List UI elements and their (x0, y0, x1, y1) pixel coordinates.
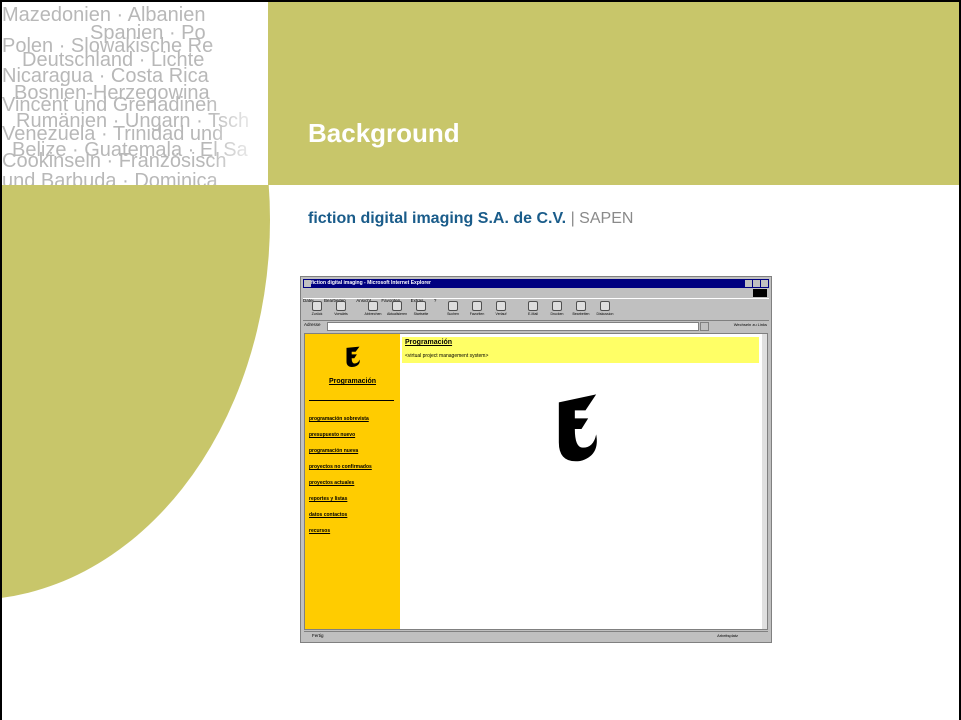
divider (309, 400, 394, 401)
nav-link-presupuesto-nuevo[interactable]: presupuesto nuevo (309, 432, 372, 448)
browser-viewport: Programación programación sobrevista pre… (304, 333, 768, 630)
back-button[interactable]: Zurück (307, 301, 327, 318)
minimize-icon[interactable] (745, 280, 752, 287)
address-bar: Adresse Wechseln zu Links (303, 321, 769, 331)
stop-button[interactable]: Abbrechen (363, 301, 383, 318)
mail-label: E-Mail (528, 312, 538, 316)
discussion-button[interactable]: Diskussion (595, 301, 615, 318)
stop-label: Abbrechen (364, 312, 382, 316)
search-button[interactable]: Suchen (443, 301, 463, 318)
content-header: Programación <virtual project management… (402, 337, 759, 363)
history-label: Verlauf (495, 312, 507, 316)
back-label: Zurück (311, 312, 323, 316)
refresh-button[interactable]: Aktualisieren (387, 301, 407, 318)
frame-border-left (0, 0, 2, 720)
nav-link-programacion-nueva[interactable]: programación nueva (309, 448, 372, 464)
favorites-icon (472, 301, 482, 311)
mail-icon (528, 301, 538, 311)
address-dropdown-icon[interactable] (700, 322, 709, 331)
maximize-icon[interactable] (753, 280, 760, 287)
history-button[interactable]: Verlauf (491, 301, 511, 318)
status-text: Fertig (312, 633, 324, 638)
content-heading: Programación (405, 339, 453, 346)
home-icon (416, 301, 426, 311)
fiction-logo-icon (346, 346, 360, 367)
nav-link-proyectos-no-confirmados[interactable]: proyectos no confirmados (309, 464, 372, 480)
country-line: Bosnien-Herzegowina (14, 82, 210, 104)
home-label: Startseite (413, 312, 429, 316)
vertical-scrollbar[interactable] (762, 334, 767, 629)
browser-titlebar: fiction digital imaging - Microsoft Inte… (303, 279, 769, 288)
slide-title: Background (308, 118, 460, 148)
refresh-label: Aktualisieren (387, 312, 408, 316)
favorites-button[interactable]: Favoriten (467, 301, 487, 318)
country-names-graphic: Mazedonien · Albanien Polen · Slowakisch… (0, 2, 268, 185)
print-label: Drucken (550, 312, 564, 316)
print-button[interactable]: Drucken (547, 301, 567, 318)
content-frame: Programación <virtual project management… (400, 334, 767, 629)
browser-window-title: fiction digital imaging - Microsoft Inte… (311, 280, 432, 286)
browser-menubar: Datei Bearbeiten Ansicht Favoriten Extra… (303, 289, 769, 303)
windows-logo-icon (753, 289, 767, 297)
back-icon (312, 301, 322, 311)
search-icon (448, 301, 458, 311)
ie-icon (304, 280, 311, 287)
frame-border-top (0, 0, 961, 2)
refresh-icon (392, 301, 402, 311)
forward-button[interactable]: Vorwärts (331, 301, 351, 318)
nav-link-programacion-sobrevista[interactable]: programación sobrevista (309, 416, 372, 432)
edit-label: Bearbeiten (572, 312, 590, 316)
separator: | (570, 210, 575, 227)
stop-icon (368, 301, 378, 311)
nav-link-reportes-y-listas[interactable]: reportes y listas (309, 496, 372, 512)
discussion-label: Diskussion (596, 312, 614, 316)
nav-link-recursos[interactable]: recursos (309, 528, 372, 544)
home-button[interactable]: Startseite (411, 301, 431, 318)
slide-subtitle: fiction digital imaging S.A. de C.V. | S… (308, 210, 633, 228)
forward-label: Vorwärts (334, 312, 348, 316)
print-icon (552, 301, 562, 311)
content-subtitle: <virtual project management system> (405, 353, 489, 359)
forward-icon (336, 301, 346, 311)
close-icon[interactable] (761, 280, 768, 287)
links-label[interactable]: Wechseln zu Links (734, 322, 767, 327)
nav-link-proyectos-actuales[interactable]: proyectos actuales (309, 480, 372, 496)
status-zone: Arbeitsplatz (717, 633, 738, 638)
search-label: Suchen (447, 312, 459, 316)
edit-icon (576, 301, 586, 311)
country-fade (208, 2, 268, 185)
slide: Mazedonien · Albanien Polen · Slowakisch… (0, 0, 961, 720)
project-name: SAPEN (579, 210, 634, 227)
fiction-large-logo-icon (558, 394, 597, 462)
left-nav-frame: Programación programación sobrevista pre… (305, 334, 400, 629)
browser-statusbar: Fertig Arbeitsplatz (304, 631, 768, 641)
browser-toolbar: Zurück Vorwärts Abbrechen Aktualisieren … (303, 298, 769, 321)
browser-screenshot: fiction digital imaging - Microsoft Inte… (300, 276, 772, 643)
country-line: Spanien · Po (90, 22, 206, 44)
discussion-icon (600, 301, 610, 311)
favorites-label: Favoriten (469, 312, 485, 316)
nav-links: programación sobrevista presupuesto nuev… (309, 416, 372, 544)
country-line: und Barbuda · Dominica (2, 170, 218, 185)
address-input[interactable] (327, 322, 699, 331)
left-frame-heading: Programación (328, 378, 377, 385)
address-label: Adresse (304, 322, 321, 327)
nav-link-datos-contactos[interactable]: datos contactos (309, 512, 372, 528)
mail-button[interactable]: E-Mail (523, 301, 543, 318)
company-name: fiction digital imaging S.A. de C.V. (308, 210, 567, 227)
edit-button[interactable]: Bearbeiten (571, 301, 591, 318)
history-icon (496, 301, 506, 311)
